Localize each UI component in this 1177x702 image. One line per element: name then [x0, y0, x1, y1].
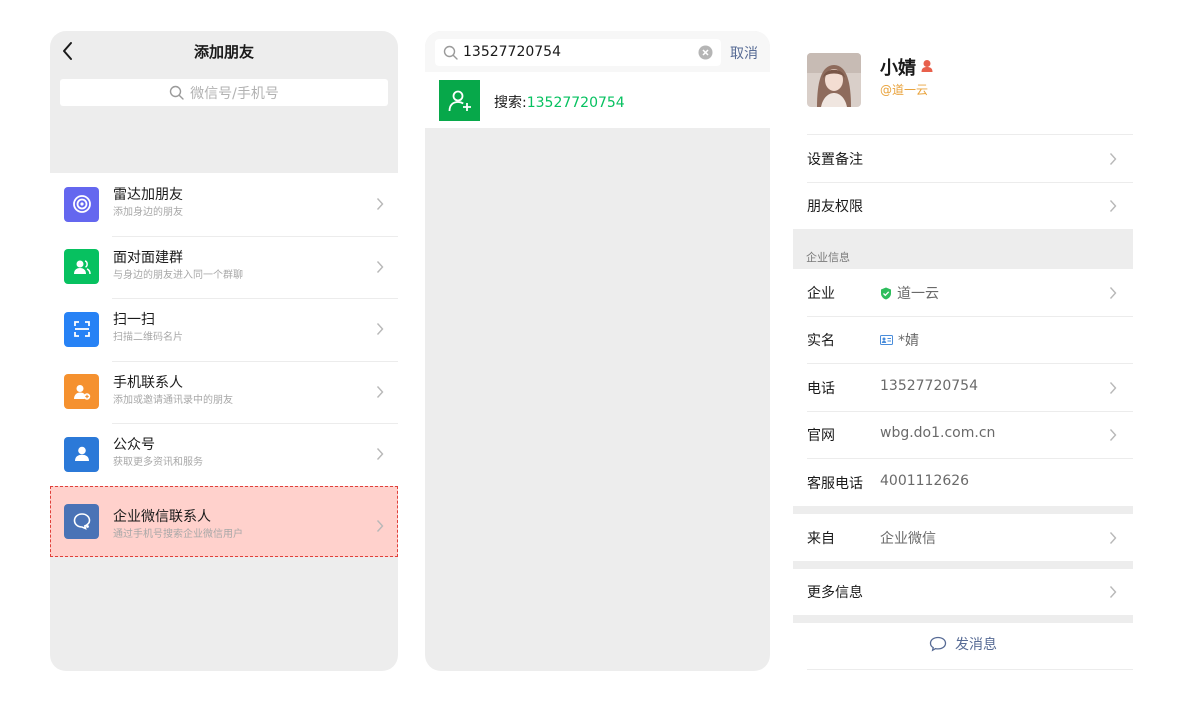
- scan-icon: [64, 311, 99, 347]
- chevron-right-icon: [376, 519, 384, 532]
- female-gender-icon: [921, 60, 933, 72]
- service-phone-label: 客服电话: [807, 476, 863, 492]
- service-phone-row[interactable]: 客服电话 4001112626: [793, 460, 1133, 506]
- search-panel: 13527720754 取消 搜索:13527720754: [425, 31, 770, 671]
- list-item-scan[interactable]: 扫一扫 扫描二维码名片: [50, 298, 398, 361]
- nav-bar: 添加朋友: [50, 31, 398, 71]
- source-label: 来自: [807, 531, 835, 547]
- cancel-button[interactable]: 取消: [730, 43, 758, 63]
- list-item-wecom-contacts[interactable]: 企业微信联系人 通过手机号搜索企业微信用户: [50, 485, 398, 557]
- search-bar: 13527720754 取消: [425, 31, 770, 72]
- item-subtitle: 添加或邀请通讯录中的朋友: [113, 394, 233, 406]
- profile-panel: 小婧 @道一云 设置备注 朋友权限 企业信息 企业 道一云 实名 *婧 电话 1…: [793, 31, 1133, 671]
- result-prefix: 搜索:: [494, 95, 527, 111]
- page-title: 添加朋友: [193, 43, 254, 61]
- item-title: 雷达加朋友: [113, 187, 183, 203]
- item-title: 企业微信联系人: [113, 508, 211, 525]
- add-contact-icon: [439, 80, 480, 121]
- id-card-icon: [880, 335, 893, 345]
- realname-row: 实名 *婧: [793, 317, 1133, 363]
- set-remark-row[interactable]: 设置备注: [793, 136, 1133, 182]
- item-title: 手机联系人: [113, 374, 183, 391]
- chevron-right-icon: [1109, 532, 1117, 544]
- official-account-icon: [64, 436, 99, 472]
- phone-contact-icon: [64, 374, 99, 410]
- chevron-right-icon: [376, 448, 384, 460]
- service-phone-value: 4001112626: [880, 473, 970, 489]
- list-item-radar[interactable]: 雷达加朋友 添加身边的朋友: [50, 173, 398, 236]
- enterprise-row[interactable]: 企业 道一云: [793, 270, 1133, 316]
- chevron-right-icon: [376, 260, 384, 273]
- source-row[interactable]: 来自 企业微信: [793, 515, 1133, 561]
- send-message-button[interactable]: 发消息: [793, 634, 1133, 654]
- website-value: wbg.do1.com.cn: [880, 425, 996, 441]
- chevron-right-icon: [376, 385, 384, 398]
- search-result-row[interactable]: 搜索:13527720754: [425, 72, 770, 128]
- list-item-official-accounts[interactable]: 公众号 获取更多资讯和服务: [50, 423, 398, 486]
- add-friend-panel: 添加朋友 微信号/手机号 雷达加朋友 添加身边的朋友 面对面建群 与身边的朋友进…: [50, 31, 398, 671]
- item-subtitle: 添加身边的朋友: [113, 207, 183, 218]
- website-label: 官网: [807, 428, 835, 444]
- search-placeholder: 微信号/手机号: [190, 85, 279, 102]
- chevron-right-icon: [1109, 287, 1117, 299]
- phone-value: 13527720754: [880, 378, 978, 394]
- avatar[interactable]: [807, 53, 861, 107]
- list-item-phone-contacts[interactable]: 手机联系人 添加或邀请通讯录中的朋友: [50, 360, 398, 424]
- item-subtitle: 通过手机号搜索企业微信用户: [113, 528, 243, 540]
- item-title: 扫一扫: [113, 312, 155, 328]
- item-subtitle: 扫描二维码名片: [113, 332, 183, 343]
- result-value: 13527720754: [526, 95, 625, 111]
- phone-label: 电话: [807, 381, 835, 397]
- chevron-right-icon: [1109, 382, 1117, 394]
- radar-icon: [64, 186, 99, 222]
- enterprise-label: 企业: [807, 286, 835, 302]
- search-icon: [443, 45, 458, 60]
- phone-row[interactable]: 电话 13527720754: [793, 365, 1133, 411]
- item-subtitle: 与身边的朋友进入同一个群聊: [113, 269, 243, 281]
- send-message-label: 发消息: [955, 637, 997, 653]
- friend-permission-row[interactable]: 朋友权限: [793, 183, 1133, 229]
- list-item-face-to-face[interactable]: 面对面建群 与身边的朋友进入同一个群聊: [50, 235, 398, 299]
- section-label: 企业信息: [806, 251, 850, 264]
- search-result-text: 搜索:13527720754: [494, 92, 625, 112]
- chevron-right-icon: [1109, 153, 1117, 165]
- source-value: 企业微信: [880, 531, 936, 547]
- item-title: 公众号: [113, 437, 155, 453]
- realname-value: *婧: [898, 333, 919, 349]
- set-remark-label: 设置备注: [807, 152, 863, 168]
- chevron-right-icon: [1109, 200, 1117, 212]
- wecom-icon: [64, 503, 99, 539]
- enterprise-value: 道一云: [897, 286, 939, 302]
- search-query: 13527720754: [463, 44, 561, 60]
- chat-bubble-icon: [929, 636, 947, 652]
- search-icon: [169, 85, 184, 100]
- more-info-row[interactable]: 更多信息: [793, 569, 1133, 615]
- add-method-list: 雷达加朋友 添加身边的朋友 面对面建群 与身边的朋友进入同一个群聊 扫一扫 扫描…: [50, 173, 398, 557]
- item-title: 面对面建群: [113, 249, 183, 266]
- chevron-right-icon: [1109, 586, 1117, 598]
- website-row[interactable]: 官网 wbg.do1.com.cn: [793, 412, 1133, 458]
- chevron-right-icon: [376, 198, 384, 210]
- chevron-right-icon: [376, 323, 384, 335]
- friend-permission-label: 朋友权限: [807, 199, 863, 215]
- corp-tag: @道一云: [880, 83, 929, 97]
- verified-shield-icon: [881, 287, 891, 299]
- profile-name: 小婧: [880, 58, 916, 79]
- search-field[interactable]: 13527720754: [435, 39, 721, 66]
- more-info-label: 更多信息: [807, 585, 863, 601]
- group-icon: [64, 249, 99, 285]
- search-input[interactable]: 微信号/手机号: [60, 79, 388, 106]
- clear-icon[interactable]: [698, 45, 713, 60]
- realname-label: 实名: [807, 333, 835, 349]
- chevron-right-icon: [1109, 429, 1117, 441]
- item-subtitle: 获取更多资讯和服务: [113, 457, 203, 468]
